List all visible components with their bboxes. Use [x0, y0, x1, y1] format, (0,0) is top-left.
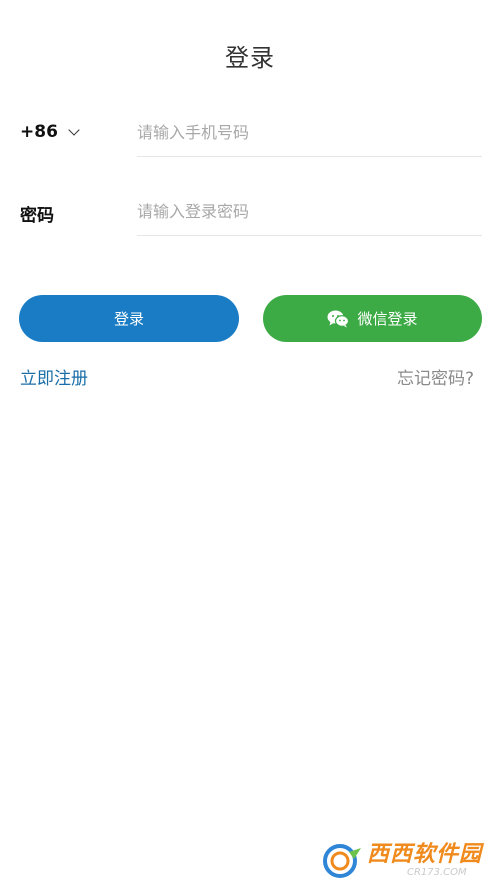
password-label: 密码 [20, 206, 54, 226]
wechat-login-button[interactable]: 微信登录 [263, 295, 482, 342]
page-title: 登录 [225, 44, 275, 72]
watermark-text: 西西软件园 [366, 842, 482, 867]
password-input[interactable] [137, 187, 482, 236]
wechat-login-label: 微信登录 [357, 310, 418, 328]
phone-row: +86 [20, 108, 482, 158]
register-link[interactable]: 立即注册 [20, 364, 88, 389]
login-button[interactable]: 登录 [19, 295, 239, 342]
forgot-password-link[interactable]: 忘记密码? [397, 364, 474, 389]
country-code-selector[interactable]: +86 [20, 122, 80, 142]
phone-input[interactable] [137, 108, 482, 157]
watermark-subtext: CR173.COM [406, 867, 467, 878]
password-row: 密码 [20, 187, 482, 237]
watermark: 西西软件园 CR173.COM [321, 844, 482, 878]
login-button-label: 登录 [113, 310, 144, 328]
chevron-down-icon [68, 123, 80, 136]
country-code: +86 [20, 122, 58, 142]
watermark-logo [321, 844, 363, 878]
wechat-icon [327, 310, 350, 328]
